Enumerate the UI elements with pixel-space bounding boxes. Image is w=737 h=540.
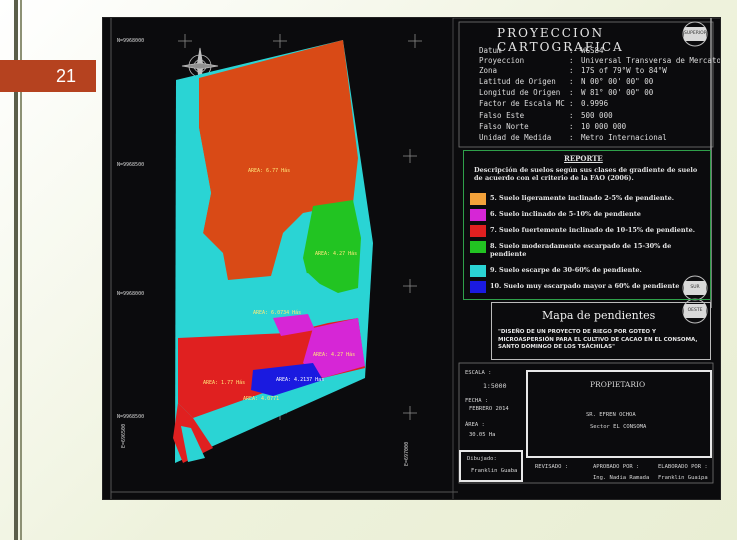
cad-screenshot: N=9968000 N=9968500 N=9968000 N=9968500 … xyxy=(102,17,721,500)
legend-swatch xyxy=(470,265,486,277)
side-grid-label: E=697000 xyxy=(404,441,410,466)
date-value: FEBRERO 2014 xyxy=(469,406,509,412)
area-label: AREA: 1.77 Hás xyxy=(203,380,246,386)
area-label: AREA: 4.0771 xyxy=(243,396,280,402)
area-label: AREA: 4.27 Hás xyxy=(313,352,356,358)
slide-number-badge: 21 xyxy=(0,60,96,92)
approved-label: APROBADO POR : xyxy=(593,464,640,470)
side-grid-label: E=696500 xyxy=(121,423,127,448)
map-title-block: Mapa de pendientes "DISEÑO DE UN PROYECT… xyxy=(491,302,711,360)
projection-row: Factor de Escala MC:0.9996 xyxy=(479,99,609,108)
legend-swatch xyxy=(470,281,486,293)
scale-label: ESCALA : xyxy=(465,370,492,376)
area-label: AREA: 6.0734 Hás xyxy=(253,310,302,316)
projection-row: Datum: WGS84 xyxy=(479,46,604,55)
drawn-by-name: Franklin Guaba xyxy=(471,468,518,474)
owner-name: SR. EFREN OCHOA xyxy=(586,412,636,418)
grid-label: N=9968000 xyxy=(117,291,145,297)
projection-row: Falso Este:500 000 xyxy=(479,111,613,120)
owner-label: PROPIETARIO xyxy=(590,380,646,389)
area-label: AREA: 4.27 Hás xyxy=(315,251,358,257)
projection-row: Latitud de Origen: N 00° 00' 00" 00 xyxy=(479,77,654,86)
grid-label: N=9968500 xyxy=(117,162,145,168)
area-label: AREA: 4.2137 Has xyxy=(276,377,325,383)
legend-swatch xyxy=(470,193,486,205)
scale-value: 1:5000 xyxy=(483,382,507,390)
approved-name: Ing. Nadia Ramada xyxy=(593,475,650,481)
prepared-name: Franklin Guaipa xyxy=(658,475,708,481)
legend-swatch xyxy=(470,209,486,221)
map-title: Mapa de pendientes xyxy=(542,309,656,322)
area-value: 30.05 Ha xyxy=(469,432,496,438)
projection-row: Falso Norte:10 000 000 xyxy=(479,122,627,131)
date-label: FECHA : xyxy=(465,398,489,404)
grid-label: N=9968500 xyxy=(117,414,145,420)
report-description: Descripción de suelos según sus clases d… xyxy=(474,166,698,182)
projection-row: Proyeccion: Universal Transversa de Merca… xyxy=(479,56,721,65)
view-top-button[interactable]: SUPERIOR xyxy=(684,27,707,41)
legend-swatch xyxy=(470,225,486,237)
legend-swatch xyxy=(470,241,486,253)
projection-row: Longitud de Origen: W 81° 00' 00" 00 xyxy=(479,88,654,97)
drawn-by-label: Dibujado: xyxy=(467,456,497,462)
drawn-by-box: Dibujado: Franklin Guaba xyxy=(459,450,523,482)
projection-row: Unidad de Medida: Metro Internacional xyxy=(479,133,667,142)
owner-sector: Sector EL CONSOMA xyxy=(590,424,647,430)
projection-row: Zona:17S of 79°W to 84°W xyxy=(479,66,667,75)
report-legend-box: REPORTE Descripción de suelos según sus … xyxy=(463,150,711,300)
area-label-title: ÁREA : xyxy=(465,422,485,428)
prepared-label: ELABORADO POR : xyxy=(658,464,708,470)
reviewed-label: REVISADO : xyxy=(535,464,569,470)
report-title: REPORTE xyxy=(564,154,603,163)
grid-label: N=9968000 xyxy=(117,38,145,44)
owner-box: PROPIETARIO SR. EFREN OCHOA Sector EL CO… xyxy=(526,370,712,458)
map-subtitle: "DISEÑO DE UN PROYECTO DE RIEGO POR GOTE… xyxy=(498,329,698,350)
area-label: AREA: 6.77 Hás xyxy=(248,168,291,174)
